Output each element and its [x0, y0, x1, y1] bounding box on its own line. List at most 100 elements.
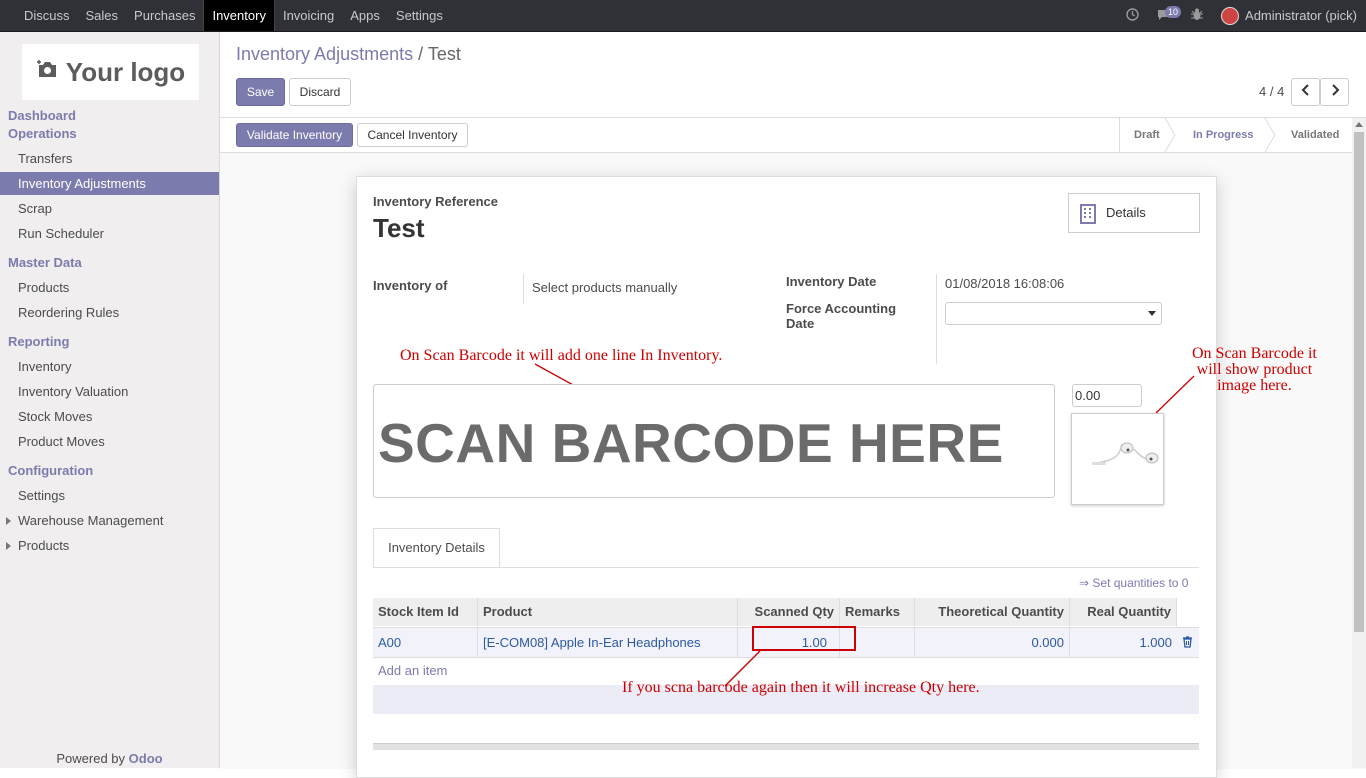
systray: 10 Administrator (pick) [1126, 0, 1366, 31]
breadcrumb-parent[interactable]: Inventory Adjustments [236, 44, 413, 64]
user-avatar[interactable] [1221, 6, 1240, 25]
app-menu: Discuss Sales Purchases Inventory Invoic… [16, 0, 451, 31]
validate-inventory-button[interactable]: Validate Inventory [236, 123, 353, 147]
form-statusbar: Validate Inventory Cancel Inventory Draf… [220, 118, 1352, 153]
column-remarks[interactable]: Remarks [840, 598, 915, 626]
sidebar-item-scrap[interactable]: Scrap [0, 197, 219, 220]
bug-icon[interactable] [1191, 8, 1204, 24]
tab-underline [373, 567, 1199, 568]
sidebar-item-inventory-adjustments[interactable]: Inventory Adjustments [0, 172, 219, 195]
sidebar-item-label: Products [18, 538, 70, 553]
sidebar-item-label: Warehouse Management [18, 513, 164, 528]
inventory-date-value[interactable]: 01/08/2018 16:08:06 [945, 276, 1064, 291]
chevron-right-icon [1331, 84, 1339, 96]
chat-count-badge: 10 [1165, 5, 1182, 18]
add-item-link[interactable]: Add an item [378, 663, 447, 678]
scrollbar-thumb[interactable] [1354, 132, 1364, 632]
cancel-inventory-button[interactable]: Cancel Inventory [357, 123, 468, 147]
powered-by: Powered by Odoo [0, 751, 219, 766]
scan-qty-input[interactable]: 0.00 [1072, 384, 1142, 407]
stage-in-progress[interactable]: In Progress [1193, 118, 1254, 152]
menu-invoicing[interactable]: Invoicing [275, 0, 342, 31]
column-real-quantity[interactable]: Real Quantity [1070, 598, 1177, 626]
breadcrumb-separator: / [418, 44, 424, 64]
field-divider [936, 274, 937, 364]
column-scanned-qty[interactable]: Scanned Qty [738, 598, 840, 626]
menu-purchases[interactable]: Purchases [126, 0, 203, 31]
earphones-image [1091, 442, 1159, 465]
inventory-of-value[interactable]: Select products manually [532, 280, 677, 295]
inventory-of-label: Inventory of [373, 278, 448, 293]
annotation-line: On Scan Barcode it [1192, 345, 1317, 362]
menu-discuss[interactable]: Discuss [16, 0, 78, 31]
sidebar-item-product-moves[interactable]: Product Moves [0, 430, 219, 453]
save-button[interactable]: Save [236, 78, 285, 106]
column-stock-item-id[interactable]: Stock Item Id [373, 598, 478, 626]
column-product[interactable]: Product [478, 598, 738, 626]
stage-divider [1119, 118, 1120, 152]
sidebar: Your logo Dashboard Operations Transfers… [0, 32, 220, 768]
odoo-link[interactable]: Odoo [129, 751, 163, 766]
sidebar-item-stock-moves[interactable]: Stock Moves [0, 405, 219, 428]
annotation-increase-qty: If you scna barcode again then it will i… [622, 679, 980, 696]
clock-icon[interactable] [1126, 7, 1139, 24]
pager-previous-button[interactable] [1291, 78, 1320, 106]
tab-inventory-details[interactable]: Inventory Details [373, 528, 500, 568]
sidebar-section-reporting[interactable]: Reporting [8, 334, 69, 349]
stage-validated[interactable]: Validated [1291, 118, 1339, 152]
inventory-reference-value[interactable]: Test [373, 213, 425, 244]
table-header: Stock Item Id Product Scanned Qty Remark… [373, 598, 1177, 626]
sidebar-section-master-data[interactable]: Master Data [8, 255, 82, 270]
caret-down-icon [1148, 311, 1156, 316]
sidebar-item-reordering-rules[interactable]: Reordering Rules [0, 301, 219, 324]
chat-icon[interactable]: 10 [1157, 5, 1182, 24]
stage-draft[interactable]: Draft [1134, 118, 1160, 152]
menu-apps[interactable]: Apps [342, 0, 388, 31]
building-icon [1080, 204, 1096, 224]
user-menu[interactable]: Administrator (pick) [1245, 8, 1357, 23]
sidebar-section-configuration[interactable]: Configuration [8, 463, 93, 478]
discard-button[interactable]: Discard [289, 78, 351, 106]
sidebar-item-products-config[interactable]: Products [0, 534, 219, 557]
menu-settings[interactable]: Settings [388, 0, 451, 31]
breadcrumb: Inventory Adjustments / Test [236, 44, 461, 65]
expand-caret-icon [6, 542, 11, 550]
pager-next-button[interactable] [1320, 78, 1349, 106]
sidebar-item-inventory-valuation[interactable]: Inventory Valuation [0, 380, 219, 403]
details-button[interactable]: Details [1068, 193, 1200, 233]
sidebar-item-run-scheduler[interactable]: Run Scheduler [0, 222, 219, 245]
cell-real-quantity[interactable]: 1.000 [1070, 628, 1177, 657]
top-navbar: Discuss Sales Purchases Inventory Invoic… [0, 0, 1366, 32]
trash-icon[interactable] [1182, 636, 1193, 648]
highlight-box [752, 626, 856, 651]
sidebar-item-warehouse-management[interactable]: Warehouse Management [0, 509, 219, 532]
annotation-line: image here. [1217, 377, 1292, 394]
pager-value[interactable]: 4 / 4 [1259, 84, 1284, 99]
annotation-arrow [724, 650, 761, 687]
annotation-arrow [1155, 375, 1195, 414]
cell-product[interactable]: [E-COM08] Apple In-Ear Headphones [478, 628, 738, 657]
breadcrumb-current: Test [427, 44, 461, 64]
sidebar-section-dashboard[interactable]: Dashboard [8, 108, 76, 123]
menu-inventory[interactable]: Inventory [203, 0, 275, 31]
details-label: Details [1106, 205, 1146, 220]
force-accounting-date-select[interactable] [945, 302, 1162, 325]
scan-barcode-placeholder: SCAN BARCODE HERE [378, 412, 1004, 474]
sidebar-section-operations[interactable]: Operations [8, 126, 77, 141]
content-scrollbar[interactable] [1352, 118, 1366, 768]
product-image [1071, 413, 1164, 505]
menu-sales[interactable]: Sales [78, 0, 127, 31]
sidebar-item-settings[interactable]: Settings [0, 484, 219, 507]
stage-arrow-divider [1264, 118, 1276, 152]
set-quantities-zero-link[interactable]: ⇒ Set quantities to 0 [1079, 576, 1188, 590]
sidebar-item-transfers[interactable]: Transfers [0, 147, 219, 170]
cell-stock-item-id[interactable]: A00 [373, 628, 478, 657]
sidebar-item-products[interactable]: Products [0, 276, 219, 299]
cell-theoretical-quantity[interactable]: 0.000 [915, 628, 1070, 657]
scroll-up-icon[interactable] [1355, 122, 1363, 127]
chevron-left-icon [1301, 84, 1309, 96]
column-theoretical-quantity[interactable]: Theoretical Quantity [915, 598, 1070, 626]
sidebar-item-inventory[interactable]: Inventory [0, 355, 219, 378]
scan-barcode-input[interactable]: SCAN BARCODE HERE [373, 384, 1055, 498]
stage-arrow-divider [1164, 118, 1176, 152]
